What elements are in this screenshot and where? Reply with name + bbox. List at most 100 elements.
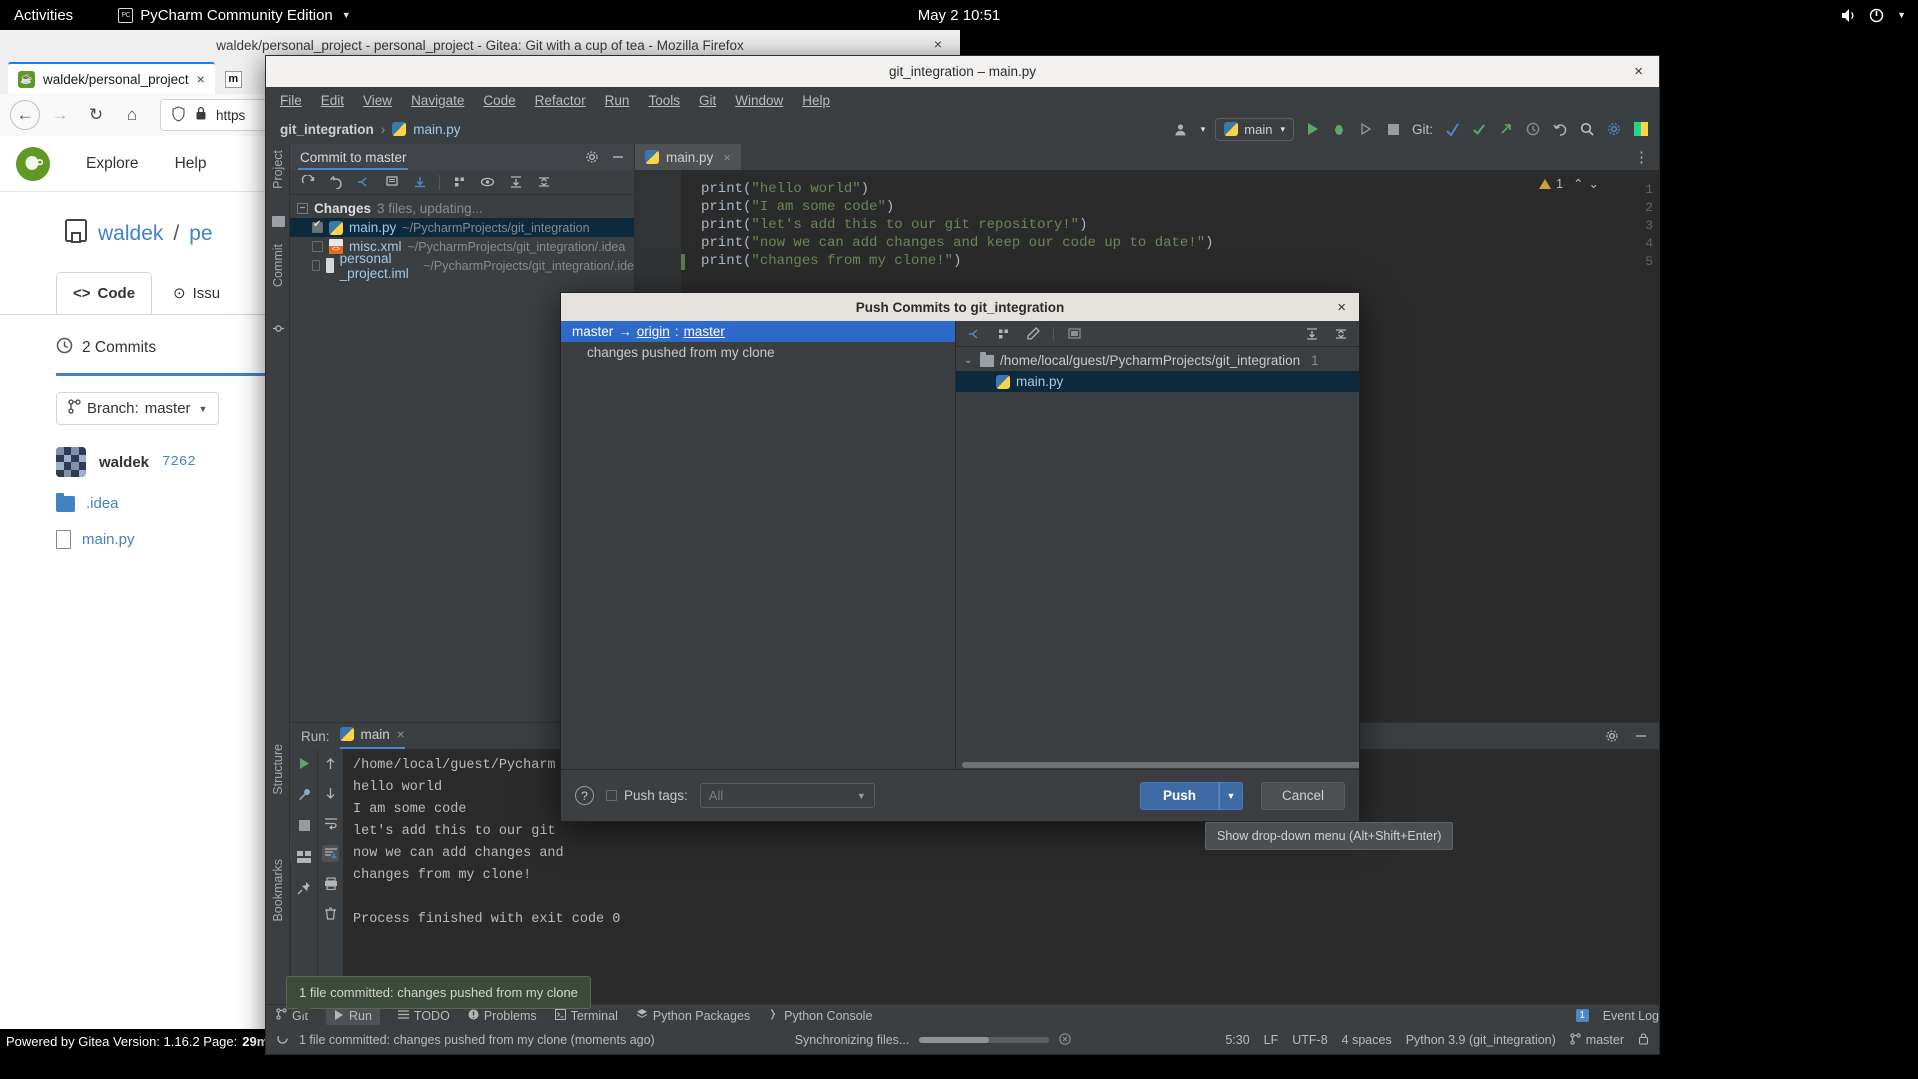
help-icon[interactable]: ? <box>575 786 594 805</box>
file-encoding[interactable]: UTF-8 <box>1292 1033 1327 1047</box>
group-by-icon[interactable] <box>451 174 468 191</box>
push-commit-row[interactable]: changes pushed from my clone <box>561 342 955 363</box>
breadcrumb-file[interactable]: main.py <box>413 122 460 137</box>
menu-run[interactable]: Run <box>605 93 630 108</box>
close-icon[interactable]: × <box>723 150 731 165</box>
menu-git[interactable]: Git <box>699 93 716 108</box>
settings-gear-icon[interactable] <box>1605 121 1622 138</box>
status-tool-problems[interactable]: Problems <box>468 1009 537 1023</box>
push-remote[interactable]: origin <box>637 324 670 339</box>
tool-window-project[interactable]: Project <box>271 150 285 189</box>
python-interpreter[interactable]: Python 3.9 (git_integration) <box>1406 1033 1556 1047</box>
file-name[interactable]: .idea <box>86 495 119 512</box>
chevron-down-icon[interactable]: ▾ <box>1201 124 1206 135</box>
cancel-button[interactable]: Cancel <box>1260 781 1345 810</box>
cancel-progress-icon[interactable] <box>1059 1032 1072 1048</box>
print-icon[interactable] <box>322 875 339 892</box>
preview-diff-icon[interactable] <box>1066 325 1083 342</box>
pin-icon[interactable] <box>296 879 313 896</box>
git-branch-widget[interactable]: master <box>1570 1032 1624 1048</box>
lock-icon[interactable] <box>195 106 207 124</box>
push-tree-file-row[interactable]: main.py <box>956 371 1359 392</box>
tab-issues[interactable]: ⊙ Issu <box>156 272 237 314</box>
menu-help[interactable]: Help <box>802 93 830 108</box>
status-tool-todo[interactable]: TODO <box>397 1009 450 1023</box>
scroll-to-end-icon[interactable] <box>322 845 339 862</box>
menu-file[interactable]: File <box>280 93 302 108</box>
menu-window[interactable]: Window <box>735 93 783 108</box>
shield-icon[interactable] <box>171 105 186 125</box>
browser-tab-gitea[interactable]: ☕ waldek/personal_project × <box>8 62 215 94</box>
file-name[interactable]: main.py <box>82 531 135 548</box>
status-tool-python-console[interactable]: Python Console <box>768 1009 872 1023</box>
close-icon[interactable]: × <box>934 36 942 52</box>
gitea-nav-help[interactable]: Help <box>175 155 207 173</box>
stop-icon[interactable] <box>296 817 313 834</box>
checkbox[interactable] <box>312 219 323 233</box>
arrow-down-icon[interactable] <box>322 785 339 802</box>
chevron-down-icon[interactable]: ⌄ <box>1589 176 1599 191</box>
minimize-icon[interactable] <box>1632 728 1649 745</box>
editor-tab-mainpy[interactable]: main.py × <box>635 144 741 170</box>
show-diff-icon[interactable] <box>966 325 983 342</box>
activities-button[interactable]: Activities <box>14 7 73 24</box>
git-revert-icon[interactable] <box>1551 121 1568 138</box>
caret-position[interactable]: 5:30 <box>1225 1033 1249 1047</box>
push-tags-select[interactable]: All ▼ <box>699 783 875 808</box>
close-icon[interactable]: × <box>197 71 205 87</box>
system-tray[interactable]: ▼ <box>1841 8 1906 23</box>
preview-eye-icon[interactable] <box>479 174 496 191</box>
search-icon[interactable] <box>1578 121 1595 138</box>
scrollbar-thumb[interactable] <box>962 762 1359 768</box>
collapse-all-icon[interactable] <box>1332 325 1349 342</box>
close-icon[interactable]: × <box>397 727 405 742</box>
show-diff-icon[interactable] <box>355 174 372 191</box>
menu-refactor[interactable]: Refactor <box>535 93 586 108</box>
tool-window-bookmarks[interactable]: Bookmarks <box>271 859 285 922</box>
back-icon[interactable]: ← <box>10 100 40 130</box>
menu-edit[interactable]: Edit <box>321 93 344 108</box>
trash-icon[interactable] <box>322 905 339 922</box>
edit-source-icon[interactable] <box>1024 325 1041 342</box>
power-icon[interactable] <box>1869 8 1884 23</box>
clock[interactable]: May 2 10:51 <box>918 7 1001 24</box>
git-update-icon[interactable] <box>1443 121 1460 138</box>
menu-code[interactable]: Code <box>483 93 515 108</box>
push-target-row[interactable]: master → origin : master <box>561 321 955 342</box>
gear-icon[interactable] <box>1603 728 1620 745</box>
horizontal-scrollbar[interactable] <box>956 761 1359 769</box>
changes-group-row[interactable]: − Changes 3 files, updating... <box>290 199 634 218</box>
close-icon[interactable]: × <box>1634 63 1643 80</box>
rerun-icon[interactable] <box>296 755 313 772</box>
coverage-icon[interactable] <box>1358 121 1375 138</box>
push-remote-branch[interactable]: master <box>684 324 725 339</box>
indent-setting[interactable]: 4 spaces <box>1342 1033 1392 1047</box>
git-push-icon[interactable] <box>1497 121 1514 138</box>
wrench-icon[interactable] <box>296 786 313 803</box>
push-tree-root-row[interactable]: ⌄ /home/local/guest/PycharmProjects/git_… <box>956 350 1359 371</box>
app-menu-button[interactable]: PC PyCharm Community Edition ▼ <box>118 7 351 24</box>
volume-icon[interactable] <box>1841 8 1858 23</box>
checkbox[interactable] <box>312 260 320 271</box>
tab-code[interactable]: <> Code <box>56 272 153 314</box>
branch-selector[interactable]: Branch: master ▼ <box>56 392 220 425</box>
change-row-iml[interactable]: personal _project.iml ~/PycharmProjects/… <box>290 251 634 281</box>
change-row-miscxml[interactable]: misc.xml ~/PycharmProjects/git_integrati… <box>290 237 634 256</box>
shelve-icon[interactable] <box>411 174 428 191</box>
expand-all-icon[interactable] <box>507 174 524 191</box>
minimize-icon[interactable] <box>609 149 626 166</box>
collapse-icon[interactable]: − <box>297 203 308 214</box>
status-tool-python-packages[interactable]: Python Packages <box>636 1008 750 1023</box>
gear-icon[interactable] <box>583 149 600 166</box>
menu-view[interactable]: View <box>363 93 392 108</box>
home-icon[interactable]: ⌂ <box>116 99 148 131</box>
checkbox[interactable] <box>606 790 617 801</box>
lock-icon[interactable] <box>1638 1032 1649 1048</box>
git-commit-icon[interactable] <box>1470 121 1487 138</box>
arrow-up-icon[interactable] <box>322 755 339 772</box>
refresh-icon[interactable] <box>299 174 316 191</box>
tool-window-structure[interactable]: Structure <box>271 744 285 795</box>
group-by-icon[interactable] <box>995 325 1012 342</box>
repo-owner[interactable]: waldek <box>98 222 163 246</box>
chevron-down-icon[interactable]: ⌄ <box>964 355 974 366</box>
